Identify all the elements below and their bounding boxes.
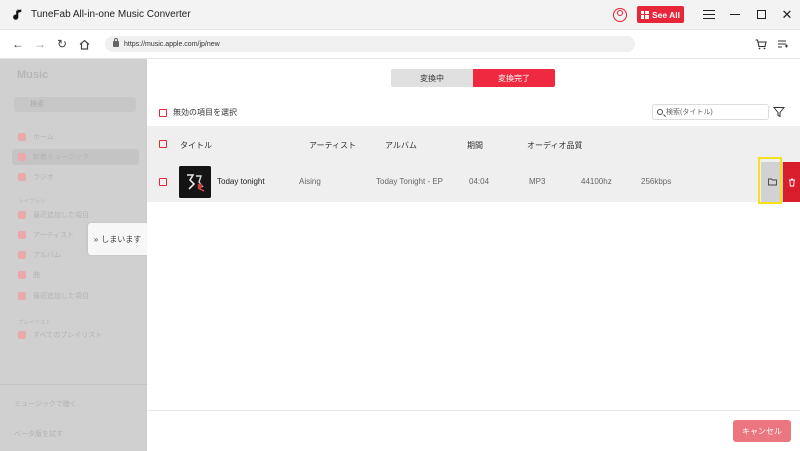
queue-list-icon	[778, 39, 788, 48]
lock-icon	[113, 38, 119, 47]
sidebar-divider	[0, 384, 147, 385]
menu-button[interactable]	[696, 0, 722, 30]
delete-button[interactable]	[783, 162, 800, 202]
select-all-checkbox[interactable]	[159, 140, 167, 148]
url-text: https://music.apple.com/jp/new	[124, 40, 220, 48]
minimize-icon	[730, 13, 740, 16]
back-button[interactable]: ←	[7, 33, 29, 55]
search-input[interactable]: 検索(タイトル)	[652, 104, 769, 120]
browser-nav-bar: ← → ↻ https://music.apple.com/jp/new	[0, 30, 800, 59]
table-header: タイトル アーティスト アルバム 期間 オーディオ品質	[147, 126, 800, 162]
collapse-label: しまいます	[101, 234, 142, 244]
maximize-icon	[756, 10, 766, 19]
album-icon	[18, 251, 26, 259]
column-album[interactable]: アルバム	[385, 140, 417, 151]
row-format: MP3	[529, 177, 546, 186]
sidebar-section-playlists: プレイリスト	[18, 320, 52, 326]
forward-button[interactable]: →	[29, 33, 51, 55]
sidebar-item-new[interactable]: 新着ミュージック	[12, 149, 139, 165]
row-artist: Aising	[299, 177, 321, 186]
sidebar-search-input[interactable]: 検索	[14, 97, 136, 112]
column-artist[interactable]: アーティスト	[309, 140, 356, 151]
music-logo: Music	[17, 69, 49, 81]
highlight-box	[758, 157, 782, 204]
select-invalid-row[interactable]: 無効の項目を選択	[159, 107, 237, 118]
app-title: TuneFab All-in-one Music Converter	[31, 9, 191, 20]
sidebar-item-all-playlists[interactable]: すべてのプレイリスト	[18, 329, 102, 341]
sidebar-item-recent[interactable]: 最近追加した項目	[18, 209, 89, 221]
sidebar-section-library: ライブラリ	[18, 199, 46, 205]
row-album: Today Tonight - EP	[376, 177, 444, 186]
arrow-right-icon: →	[34, 37, 46, 51]
try-beta-link[interactable]: ベータ版を試す	[14, 429, 63, 439]
album-cover	[179, 166, 211, 198]
collapse-panel-button[interactable]: » しまいます	[88, 223, 147, 255]
row-bitrate: 256kbps	[641, 177, 672, 186]
sidebar-item-recently-added[interactable]: 最近追加した項目	[18, 290, 89, 302]
converter-panel: 変換中 変換完了 無効の項目を選択 検索(タイトル) タイトル アーティスト ア…	[147, 59, 800, 451]
grid-icon	[18, 292, 26, 300]
close-icon: ✕	[781, 6, 793, 22]
reload-icon: ↻	[56, 37, 68, 51]
mic-icon	[18, 231, 26, 239]
minimize-button[interactable]	[722, 0, 748, 30]
row-duration: 04:04	[469, 177, 490, 186]
title-bar: TuneFab All-in-one Music Converter See A…	[0, 0, 800, 30]
hamburger-icon	[703, 10, 715, 19]
tab-converting[interactable]: 変換中	[391, 69, 473, 87]
table-row[interactable]: Today tonight Aising Today Tonight - EP …	[147, 157, 800, 204]
column-duration[interactable]: 期間	[467, 140, 483, 151]
cart-icon	[755, 38, 767, 49]
footer-divider	[147, 410, 800, 411]
queue-button[interactable]	[772, 33, 794, 55]
select-invalid-label: 無効の項目を選択	[173, 108, 237, 117]
column-audio-quality[interactable]: オーディオ品質	[527, 140, 582, 151]
arrow-left-icon: ←	[12, 37, 24, 51]
sidebar-item-songs[interactable]: 曲	[18, 269, 40, 281]
sidebar-item-albums[interactable]: アルバム	[18, 249, 61, 261]
grid-icon	[18, 153, 26, 161]
maximize-button[interactable]	[748, 0, 774, 30]
note-icon	[18, 271, 26, 279]
row-checkbox[interactable]	[159, 178, 167, 186]
radio-icon	[18, 173, 26, 181]
see-all-button[interactable]: See All	[636, 6, 684, 23]
home-icon	[18, 133, 26, 141]
playlist-icon	[18, 331, 26, 339]
filter-icon[interactable]	[773, 106, 785, 118]
reload-button[interactable]: ↻	[51, 33, 73, 55]
open-in-music-link[interactable]: ミュージックで聴く	[14, 399, 77, 409]
row-title: Today tonight	[217, 177, 265, 186]
sidebar-item-radio[interactable]: ラジオ	[18, 171, 54, 183]
column-title[interactable]: タイトル	[180, 140, 212, 151]
status-tabs: 変換中 変換完了	[391, 69, 555, 87]
select-invalid-checkbox[interactable]	[159, 108, 167, 117]
grid-icon	[640, 10, 649, 19]
sidebar: Music 検索 ホーム 新着ミュージック ラジオ ライブラリ 最近追加した項目…	[0, 59, 147, 451]
sidebar-item-home[interactable]: ホーム	[18, 131, 54, 143]
sidebar-item-artists[interactable]: アーティスト	[18, 229, 74, 241]
cancel-button[interactable]: キャンセル	[733, 420, 791, 442]
account-icon[interactable]	[612, 7, 627, 22]
double-chevron-right-icon: »	[93, 234, 99, 244]
row-sample-rate: 44100hz	[581, 177, 612, 186]
cart-button[interactable]	[750, 33, 772, 55]
home-icon	[79, 39, 89, 50]
app-logo-icon	[10, 8, 24, 22]
trash-icon	[788, 178, 795, 186]
close-button[interactable]: ✕	[774, 0, 800, 30]
search-icon	[657, 109, 663, 115]
home-button[interactable]	[73, 33, 95, 55]
see-all-label: See All	[651, 9, 680, 20]
address-bar[interactable]: https://music.apple.com/jp/new	[105, 36, 635, 52]
tab-converted[interactable]: 変換完了	[473, 69, 555, 87]
search-placeholder: 検索(タイトル)	[666, 109, 713, 116]
clock-icon	[18, 211, 26, 219]
